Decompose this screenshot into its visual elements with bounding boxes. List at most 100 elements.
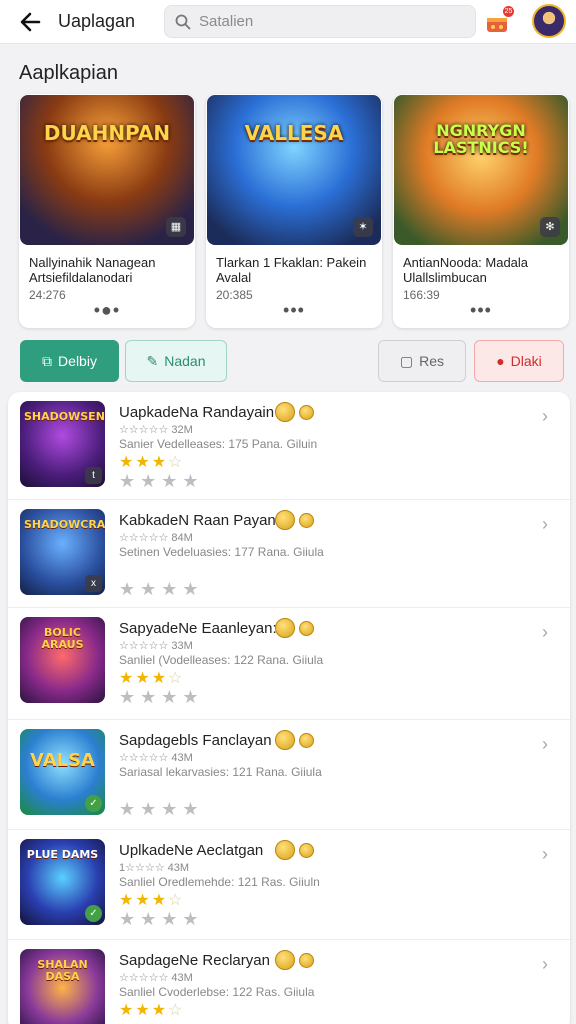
- thumbnail-title: VALSA: [29, 750, 95, 771]
- more-options-icon[interactable]: •●•: [19, 301, 195, 319]
- featured-carousel: DUAHNPAN ▦ Nallyinahik Nanagean Artsiefi…: [19, 94, 576, 330]
- featured-card-art: DUAHNPAN ▦: [20, 95, 194, 245]
- thumbnail-title: SHADOWSEN: [24, 410, 105, 423]
- badge-icon: t: [85, 467, 102, 484]
- search-bar[interactable]: [164, 5, 476, 38]
- featured-card[interactable]: DUAHNPAN ▦ Nallyinahik Nanagean Artsiefi…: [19, 94, 195, 328]
- search-input[interactable]: [199, 13, 459, 30]
- chevron-right-icon: ›: [542, 954, 548, 974]
- rate-stars[interactable]: ★★★★: [119, 687, 204, 708]
- app-title: SapdageNe Reclaryan: [119, 952, 270, 969]
- rate-stars[interactable]: ★★★★: [119, 471, 204, 492]
- rating-stars: ★★★☆: [119, 668, 184, 688]
- more-options-icon[interactable]: •••: [206, 301, 382, 319]
- filled-stars: ★★★: [119, 670, 169, 687]
- delbiy-button[interactable]: ⧉ Delbiy: [20, 340, 119, 382]
- empty-stars: ☆: [168, 892, 185, 909]
- featured-card-title: Tlarkan 1 Fkaklan: Pakein Avalal: [216, 255, 367, 286]
- list-item[interactable]: SHALAN DASA SapdageNe Reclaryan ☆☆☆☆☆ 43…: [8, 940, 570, 1024]
- coin-icon: [275, 950, 295, 970]
- app-title: SapyadeNe Eaanleyan:: [119, 620, 277, 637]
- empty-stars: ☆: [168, 1002, 185, 1019]
- coin-icons: [275, 840, 314, 860]
- rating-stars: ★★★☆: [119, 452, 184, 472]
- list-item[interactable]: VALSA ✓ Sapdagebls Fanclayan ☆☆☆☆☆ 43M S…: [8, 720, 570, 830]
- app-rating-downloads: ☆☆☆☆☆ 43M: [119, 752, 193, 764]
- res-button-label: Res: [419, 353, 445, 369]
- featured-card-art: NGNRYGN LASTNICS! ✻: [394, 95, 568, 245]
- app-rating-downloads: ☆☆☆☆☆ 84M: [119, 532, 193, 544]
- app-description: Sanliel Cvoderlebse: 122 Ras. Giiula: [119, 985, 315, 999]
- list-item[interactable]: SHADOWCRAN x KabkadeN Raan Payan ☆☆☆☆☆ 8…: [8, 500, 570, 608]
- app-list: SHADOWSEN t UapkadeNa Randayain ☆☆☆☆☆ 32…: [8, 392, 570, 1024]
- rate-stars[interactable]: ★★★★: [119, 579, 204, 600]
- app-thumbnail: PLUE DAMS ✓: [20, 839, 105, 925]
- app-thumbnail: SHALAN DASA: [20, 949, 105, 1024]
- section-title: Aaplkapian: [19, 62, 118, 84]
- nadan-button[interactable]: ✎ Nadan: [125, 340, 227, 382]
- chevron-right-icon: ›: [542, 622, 548, 642]
- emoji-icon: [299, 404, 314, 420]
- coin-icons: [275, 730, 314, 750]
- check-icon: ✓: [85, 905, 102, 922]
- featured-card[interactable]: VALLESA ✶ Tlarkan 1 Fkaklan: Pakein Aval…: [206, 94, 382, 328]
- app-thumbnail: VALSA ✓: [20, 729, 105, 815]
- more-options-icon[interactable]: •••: [393, 301, 569, 319]
- app-description: Sanliel (Vodelleases: 122 Rana. Giiula: [119, 653, 324, 667]
- emoji-icon: [299, 732, 314, 748]
- pencil-icon: ✎: [146, 352, 159, 369]
- back-button[interactable]: [10, 2, 50, 42]
- chevron-right-icon: ›: [542, 734, 548, 754]
- dlaki-button[interactable]: ● Dlaki: [474, 340, 564, 382]
- rating-stars: ★★★☆: [119, 1000, 184, 1020]
- emoji-icon: [299, 952, 314, 968]
- featured-card-art-title: VALLESA: [244, 121, 344, 145]
- featured-card-title: AntianNooda: Madala Ulallslimbucan: [403, 255, 529, 286]
- coin-icon: [275, 730, 295, 750]
- badge-icon: x: [85, 575, 102, 592]
- grid-icon: ▦: [166, 217, 186, 237]
- app-description: Sanliel Oredlemehde: 121 Ras. Giiuln: [119, 875, 320, 889]
- coin-icon: [275, 510, 295, 530]
- emoji-icon: [299, 512, 314, 528]
- thumbnail-title: SHALAN DASA: [37, 958, 88, 984]
- thumbnail-title: BOLIC ARAUS: [41, 626, 84, 652]
- app-rating-downloads: 1☆☆☆☆ 43M: [119, 862, 190, 874]
- list-item[interactable]: BOLIC ARAUS SapyadeNe Eaanleyan: ☆☆☆☆☆ 3…: [8, 608, 570, 720]
- featured-card-art-title: NGNRYGN LASTNICS!: [433, 121, 529, 157]
- coin-icons: [275, 950, 314, 970]
- featured-card[interactable]: NGNRYGN LASTNICS! ✻ AntianNooda: Madala …: [393, 94, 569, 328]
- filled-stars: ★★★: [119, 454, 169, 471]
- app-thumbnail: SHADOWCRAN x: [20, 509, 105, 595]
- chevron-right-icon: ›: [542, 514, 548, 534]
- delbiy-button-label: Delbiy: [58, 353, 97, 369]
- featured-card-title: Nallyinahik Nanagean Artsiefildalanodari: [29, 255, 156, 286]
- chat-bubble-icon: ●: [496, 353, 505, 369]
- top-bar: Uaplagan 25: [0, 0, 576, 44]
- res-button[interactable]: ▢ Res: [378, 340, 466, 382]
- list-item[interactable]: PLUE DAMS ✓ UplkadeNe Aeclatgan 1☆☆☆☆ 43…: [8, 830, 570, 940]
- app-thumbnail: BOLIC ARAUS: [20, 617, 105, 703]
- nadan-button-label: Nadan: [164, 353, 206, 369]
- cart-button[interactable]: 25: [484, 6, 514, 36]
- screen-icon: ▢: [399, 352, 414, 369]
- thumbnail-title: SHADOWCRAN: [24, 518, 105, 531]
- featured-card-art: VALLESA ✶: [207, 95, 381, 245]
- coin-icon: [275, 840, 295, 860]
- empty-stars: ☆: [168, 454, 185, 471]
- coin-icons: [275, 402, 314, 422]
- app-title: UplkadeNe Aeclatgan: [119, 842, 264, 859]
- app-rating-downloads: ☆☆☆☆☆ 33M: [119, 640, 193, 652]
- coin-icons: [275, 618, 314, 638]
- app-rating-downloads: ☆☆☆☆☆ 43M: [119, 972, 193, 984]
- emoji-icon: [299, 620, 314, 636]
- app-title: Sapdagebls Fanclayan: [119, 732, 272, 749]
- rate-stars[interactable]: ★★★★: [119, 799, 204, 820]
- search-icon: [175, 14, 191, 29]
- app-title: KabkadeN Raan Payan: [119, 512, 276, 529]
- list-item[interactable]: SHADOWSEN t UapkadeNa Randayain ☆☆☆☆☆ 32…: [8, 392, 570, 500]
- dlaki-button-label: Dlaki: [510, 353, 542, 369]
- app-description: Setinen Vedeluasies: 177 Rana. Giiula: [119, 545, 324, 559]
- avatar[interactable]: [532, 4, 566, 38]
- rate-stars[interactable]: ★★★★: [119, 909, 204, 930]
